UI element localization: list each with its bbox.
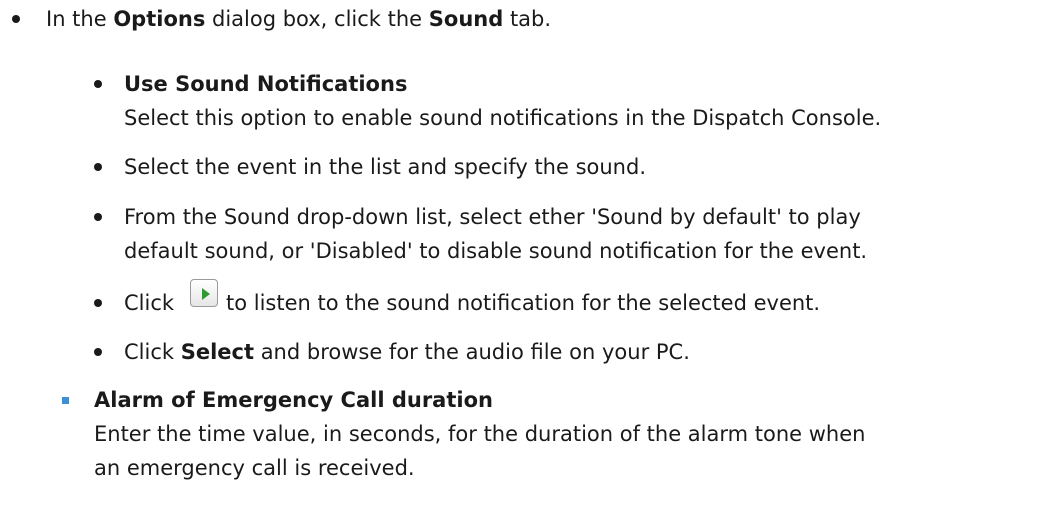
bullet	[94, 163, 102, 171]
alarm-title: Alarm of Emergency Call duration	[94, 388, 493, 412]
click-play-prefix: Click	[124, 291, 175, 315]
use-sound-notifications-title: Use Sound Notifications	[124, 72, 408, 96]
bullet	[94, 348, 102, 356]
bullet	[94, 213, 102, 221]
alarm-desc-line1: Enter the time value, in seconds, for th…	[94, 422, 866, 446]
sound-dropdown-text-line1: From the Sound drop-down list, select et…	[124, 205, 861, 229]
sound-dropdown-text-line2: default sound, or 'Disabled' to disable …	[124, 239, 868, 263]
use-sound-notifications-desc: Select this option to enable sound notif…	[124, 106, 882, 130]
select-button-label: Select	[180, 340, 255, 364]
square-bullet	[62, 397, 69, 404]
alarm-desc-line2: an emergency call is received.	[94, 456, 415, 480]
click-play-suffix: to listen to the sound notification for …	[226, 291, 821, 315]
play-icon[interactable]	[190, 279, 218, 307]
bullet	[94, 299, 102, 307]
intro-text: In the Options dialog box, click the Sou…	[46, 7, 552, 31]
click-select-text: Click Select and browse for the audio fi…	[124, 340, 690, 364]
select-event-text: Select the event in the list and specify…	[124, 155, 646, 179]
bullet	[12, 15, 20, 23]
bullet	[94, 80, 102, 88]
options-label: Options	[113, 7, 206, 31]
sound-tab-label: Sound	[428, 7, 504, 31]
